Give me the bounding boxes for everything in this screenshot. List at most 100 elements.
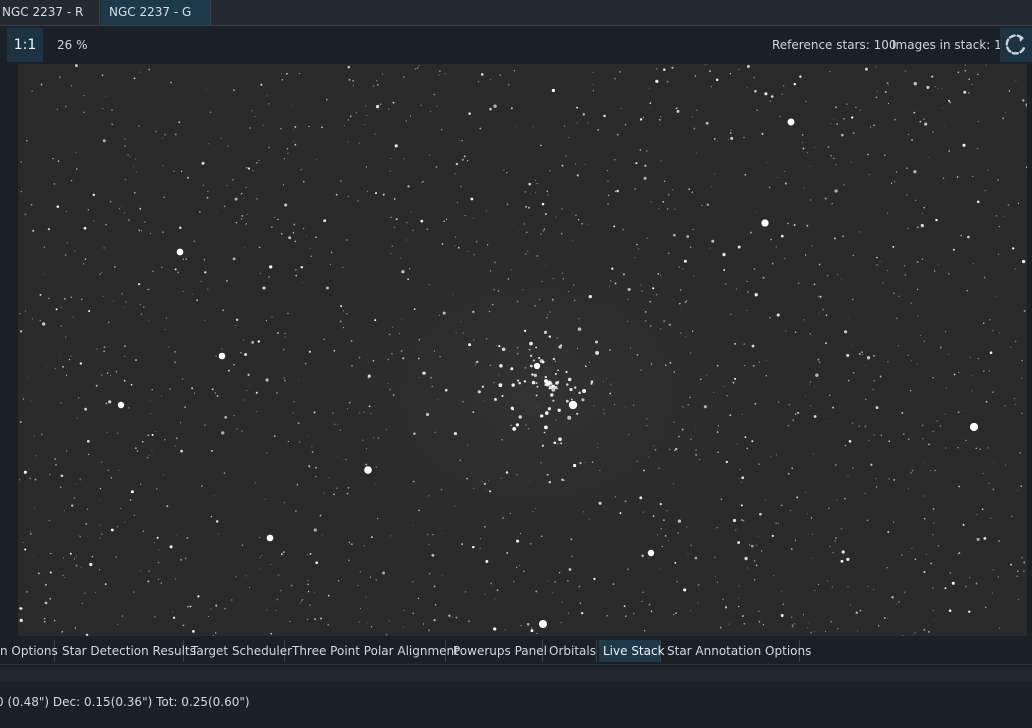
star [777, 522, 779, 524]
star [133, 191, 136, 194]
star [728, 623, 730, 625]
star [280, 553, 283, 556]
star [301, 282, 303, 283]
star [123, 379, 126, 382]
star [86, 440, 90, 443]
zoom-1to1-button[interactable]: 1:1 [7, 28, 43, 62]
star [817, 358, 820, 361]
star [457, 246, 460, 249]
star [306, 554, 308, 555]
star [920, 334, 922, 337]
star [584, 461, 586, 463]
star [365, 166, 368, 168]
tab-three-point-polar-alignment[interactable]: Three Point Polar Alignment [288, 640, 459, 662]
star [636, 354, 639, 356]
star [930, 562, 933, 565]
star [595, 350, 600, 355]
star [428, 572, 431, 575]
star [945, 387, 948, 389]
star [572, 240, 574, 242]
star [561, 208, 563, 210]
star [735, 288, 738, 290]
star [48, 519, 51, 522]
star [181, 378, 184, 380]
star [393, 226, 396, 229]
tab-star-annotation-options[interactable]: Star Annotation Options [663, 640, 811, 662]
star [757, 610, 760, 613]
star [330, 251, 333, 254]
star [267, 102, 270, 105]
star [233, 363, 235, 366]
star [31, 318, 33, 320]
star [758, 361, 760, 363]
star [513, 69, 516, 72]
star [182, 290, 184, 293]
star [498, 374, 500, 376]
star [737, 597, 740, 599]
star [413, 432, 416, 435]
star [266, 609, 268, 611]
star [532, 510, 534, 513]
tab-orbitals[interactable]: Orbitals [545, 640, 597, 662]
star [612, 583, 615, 586]
star [552, 357, 556, 361]
star [245, 186, 247, 188]
star [749, 231, 752, 234]
star [678, 302, 681, 305]
star [700, 378, 702, 381]
star-field-image[interactable] [18, 64, 1027, 636]
star [802, 147, 805, 150]
star [770, 456, 772, 457]
star [308, 465, 311, 468]
tab-star-detection-results[interactable]: Star Detection Results [58, 640, 196, 662]
star [802, 614, 805, 616]
star [485, 337, 488, 340]
star [743, 136, 745, 139]
star [660, 160, 662, 162]
star [910, 360, 912, 362]
refresh-button[interactable] [1000, 28, 1032, 62]
star [294, 240, 297, 243]
star [540, 462, 542, 464]
star [734, 342, 736, 345]
star [879, 375, 882, 378]
star [147, 580, 150, 583]
star [797, 282, 800, 285]
star [53, 182, 56, 185]
star [106, 372, 109, 375]
star [875, 66, 877, 68]
star [675, 107, 678, 110]
star [22, 541, 24, 543]
star [374, 319, 377, 322]
star [472, 339, 475, 341]
star [255, 391, 258, 394]
star [53, 619, 56, 622]
star [609, 383, 612, 385]
star [1014, 398, 1016, 399]
star [56, 205, 60, 208]
star [536, 632, 538, 635]
star [547, 407, 552, 411]
star [573, 284, 575, 286]
tab-options[interactable]: n Options [0, 640, 58, 662]
star [1007, 204, 1010, 206]
star [586, 223, 588, 225]
tab-target-scheduler[interactable]: Target Scheduler [187, 640, 292, 662]
star [833, 157, 835, 160]
star [830, 122, 832, 124]
star [988, 482, 990, 484]
star [201, 485, 203, 487]
star [948, 609, 952, 612]
tab-powerups-panel[interactable]: Powerups Panel [449, 640, 547, 662]
star [498, 383, 503, 388]
star [645, 424, 648, 427]
tab-ngc2237-r[interactable]: NGC 2237 - R [0, 0, 100, 25]
image-toolbar: 1:1 26 % Reference stars: 100 Images in … [0, 26, 1032, 64]
star [910, 302, 913, 305]
star [366, 190, 369, 192]
tab-ngc2237-g[interactable]: NGC 2237 - G [101, 0, 211, 25]
star [1019, 452, 1021, 454]
star [775, 454, 778, 456]
tab-live-stack[interactable]: Live Stack [599, 640, 665, 662]
star [329, 264, 331, 265]
